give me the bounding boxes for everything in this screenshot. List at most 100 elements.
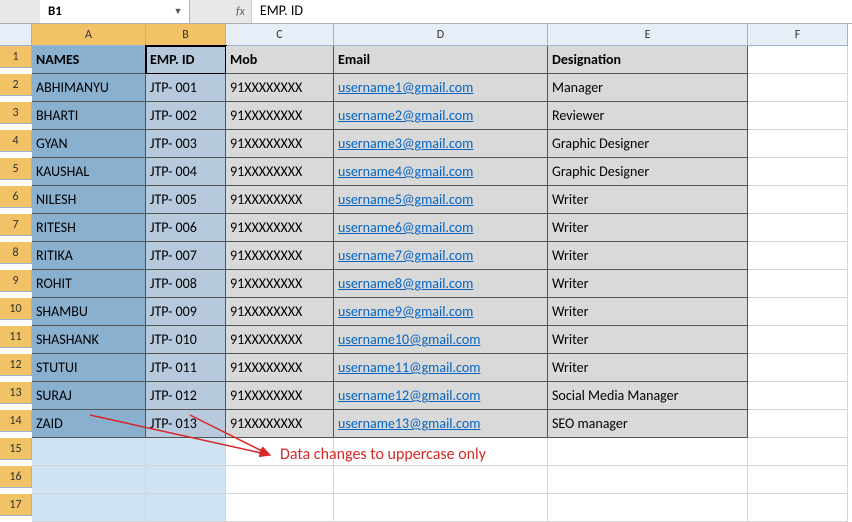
cell-C9[interactable]: 91XXXXXXXX — [226, 270, 334, 298]
row-head-7[interactable]: 7 — [0, 214, 32, 236]
formula-input[interactable]: EMP. ID — [251, 0, 852, 23]
cell-C6[interactable]: 91XXXXXXXX — [226, 186, 334, 214]
cell-D5[interactable]: username4@gmail.com — [334, 158, 548, 186]
cell-B3[interactable]: JTP- 002 — [146, 102, 226, 130]
row-head-10[interactable]: 10 — [0, 298, 32, 320]
row-head-8[interactable]: 8 — [0, 242, 32, 264]
cell-C4[interactable]: 91XXXXXXXX — [226, 130, 334, 158]
cell-F3[interactable] — [748, 102, 848, 130]
col-head-B[interactable]: B — [146, 24, 226, 46]
cell-F1[interactable] — [748, 46, 848, 74]
cell-B1[interactable]: EMP. ID — [146, 46, 226, 74]
cell-F4[interactable] — [748, 130, 848, 158]
cell-E1[interactable]: Designation — [548, 46, 748, 74]
cell-A16[interactable] — [32, 466, 146, 494]
cell-C12[interactable]: 91XXXXXXXX — [226, 354, 334, 382]
cell-F9[interactable] — [748, 270, 848, 298]
cell-C16[interactable] — [226, 466, 334, 494]
cell-E3[interactable]: Reviewer — [548, 102, 748, 130]
cell-E7[interactable]: Writer — [548, 214, 748, 242]
cell-D1[interactable]: Email — [334, 46, 548, 74]
cell-F16[interactable] — [748, 466, 848, 494]
cell-F17[interactable] — [748, 494, 848, 522]
cell-F12[interactable] — [748, 354, 848, 382]
cell-D13[interactable]: username12@gmail.com — [334, 382, 548, 410]
row-head-5[interactable]: 5 — [0, 158, 32, 180]
cell-B7[interactable]: JTP- 006 — [146, 214, 226, 242]
cell-A8[interactable]: RITIKA — [32, 242, 146, 270]
cell-C10[interactable]: 91XXXXXXXX — [226, 298, 334, 326]
cell-B15[interactable] — [146, 438, 226, 466]
cell-B4[interactable]: JTP- 003 — [146, 130, 226, 158]
cell-F6[interactable] — [748, 186, 848, 214]
row-head-2[interactable]: 2 — [0, 74, 32, 96]
cell-E2[interactable]: Manager — [548, 74, 748, 102]
cell-B8[interactable]: JTP- 007 — [146, 242, 226, 270]
cell-D4[interactable]: username3@gmail.com — [334, 130, 548, 158]
row-head-6[interactable]: 6 — [0, 186, 32, 208]
cell-D12[interactable]: username11@gmail.com — [334, 354, 548, 382]
cell-D3[interactable]: username2@gmail.com — [334, 102, 548, 130]
cell-C2[interactable]: 91XXXXXXXX — [226, 74, 334, 102]
cell-F14[interactable] — [748, 410, 848, 438]
row-head-1[interactable]: 1 — [0, 46, 32, 68]
cell-A11[interactable]: SHASHANK — [32, 326, 146, 354]
cell-A4[interactable]: GYAN — [32, 130, 146, 158]
cell-E5[interactable]: Graphic Designer — [548, 158, 748, 186]
cell-D6[interactable]: username5@gmail.com — [334, 186, 548, 214]
cell-C17[interactable] — [226, 494, 334, 522]
cell-E16[interactable] — [548, 466, 748, 494]
col-head-A[interactable]: A — [32, 24, 146, 46]
cell-A5[interactable]: KAUSHAL — [32, 158, 146, 186]
cell-A3[interactable]: BHARTI — [32, 102, 146, 130]
cell-A10[interactable]: SHAMBU — [32, 298, 146, 326]
col-head-E[interactable]: E — [548, 24, 748, 46]
row-head-4[interactable]: 4 — [0, 130, 32, 152]
cell-E4[interactable]: Graphic Designer — [548, 130, 748, 158]
cell-C13[interactable]: 91XXXXXXXX — [226, 382, 334, 410]
name-box[interactable]: B1 ▼ — [40, 0, 190, 23]
cell-F11[interactable] — [748, 326, 848, 354]
cell-B12[interactable]: JTP- 011 — [146, 354, 226, 382]
cell-B17[interactable] — [146, 494, 226, 522]
cell-E8[interactable]: Writer — [548, 242, 748, 270]
cell-D14[interactable]: username13@gmail.com — [334, 410, 548, 438]
cell-B14[interactable]: JTP- 013 — [146, 410, 226, 438]
cell-E12[interactable]: Writer — [548, 354, 748, 382]
cell-B11[interactable]: JTP- 010 — [146, 326, 226, 354]
cell-C11[interactable]: 91XXXXXXXX — [226, 326, 334, 354]
cell-A9[interactable]: ROHIT — [32, 270, 146, 298]
cell-D17[interactable] — [334, 494, 548, 522]
cell-C3[interactable]: 91XXXXXXXX — [226, 102, 334, 130]
cell-A1[interactable]: NAMES — [32, 46, 146, 74]
cell-C1[interactable]: Mob — [226, 46, 334, 74]
cell-B2[interactable]: JTP- 001 — [146, 74, 226, 102]
cell-B13[interactable]: JTP- 012 — [146, 382, 226, 410]
cell-B5[interactable]: JTP- 004 — [146, 158, 226, 186]
cell-B6[interactable]: JTP- 005 — [146, 186, 226, 214]
col-head-D[interactable]: D — [334, 24, 548, 46]
chevron-down-icon[interactable]: ▼ — [171, 6, 185, 17]
row-head-12[interactable]: 12 — [0, 354, 32, 376]
cell-F15[interactable] — [748, 438, 848, 466]
cell-C7[interactable]: 91XXXXXXXX — [226, 214, 334, 242]
cell-E10[interactable]: Writer — [548, 298, 748, 326]
cell-B10[interactable]: JTP- 009 — [146, 298, 226, 326]
cell-A2[interactable]: ABHIMANYU — [32, 74, 146, 102]
cell-E15[interactable] — [548, 438, 748, 466]
cell-D7[interactable]: username6@gmail.com — [334, 214, 548, 242]
cell-A12[interactable]: STUTUI — [32, 354, 146, 382]
cell-A17[interactable] — [32, 494, 146, 522]
row-head-15[interactable]: 15 — [0, 438, 32, 460]
row-head-9[interactable]: 9 — [0, 270, 32, 292]
row-head-3[interactable]: 3 — [0, 102, 32, 124]
cell-E6[interactable]: Writer — [548, 186, 748, 214]
cell-F5[interactable] — [748, 158, 848, 186]
row-head-16[interactable]: 16 — [0, 466, 32, 488]
cell-B16[interactable] — [146, 466, 226, 494]
cell-D9[interactable]: username8@gmail.com — [334, 270, 548, 298]
row-head-14[interactable]: 14 — [0, 410, 32, 432]
cell-F13[interactable] — [748, 382, 848, 410]
cell-F8[interactable] — [748, 242, 848, 270]
cell-C5[interactable]: 91XXXXXXXX — [226, 158, 334, 186]
